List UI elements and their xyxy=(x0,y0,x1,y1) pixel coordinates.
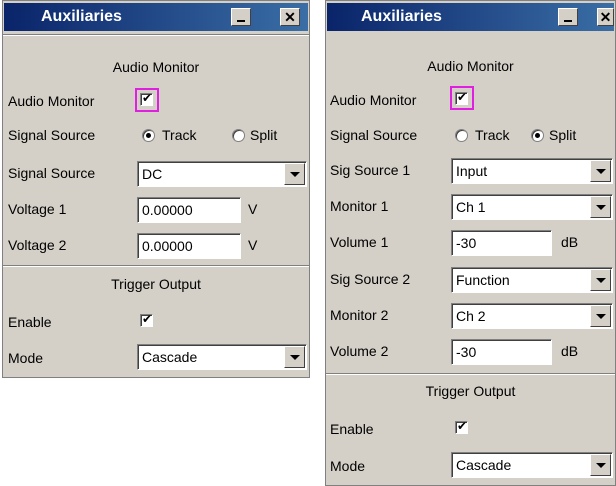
chevron-down-icon[interactable] xyxy=(590,454,611,476)
divider xyxy=(326,373,615,375)
voltage1-label: Voltage 1 xyxy=(8,201,67,217)
panel-title: Auxiliaries xyxy=(361,8,442,25)
mode-value: Cascade xyxy=(456,457,512,473)
close-button[interactable]: ✕ xyxy=(280,8,300,26)
monitor2-value: Ch 2 xyxy=(456,308,486,324)
audio-monitor-checkbox[interactable] xyxy=(455,90,468,105)
radio-track[interactable] xyxy=(142,129,155,142)
minimize-button[interactable] xyxy=(231,8,251,26)
radio-track[interactable] xyxy=(455,129,468,142)
enable-checkbox[interactable] xyxy=(455,419,468,434)
radio-track-label: Track xyxy=(475,127,510,143)
chevron-down-icon[interactable] xyxy=(284,163,305,185)
audio-monitor-header: Audio Monitor xyxy=(112,59,200,75)
signal-source-dropdown[interactable]: DC xyxy=(137,161,307,187)
chevron-down-icon[interactable] xyxy=(590,305,611,327)
monitor1-dropdown[interactable]: Ch 1 xyxy=(451,194,613,220)
trigger-output-header: Trigger Output xyxy=(425,383,516,399)
mode-dropdown[interactable]: Cascade xyxy=(451,452,613,478)
sig-source1-value: Input xyxy=(456,163,488,179)
volume2-input[interactable]: -30 xyxy=(451,339,552,365)
divider xyxy=(212,375,267,377)
volume1-label: Volume 1 xyxy=(330,234,389,250)
chevron-down-icon[interactable] xyxy=(590,269,611,291)
auxiliaries-panel-right: Auxiliaries ✕ Audio Monitor Audio Monito… xyxy=(325,0,616,486)
voltage2-input[interactable]: 0.00000 xyxy=(137,233,241,259)
sig-source1-dropdown[interactable]: Input xyxy=(451,158,613,184)
chevron-down-icon[interactable] xyxy=(284,346,305,368)
voltage2-unit: V xyxy=(248,237,258,253)
volume2-unit: dB xyxy=(561,343,579,359)
signal-source-label-2: Signal Source xyxy=(8,165,96,181)
title-bar[interactable]: Auxiliaries ✕ xyxy=(327,3,614,31)
sig-source2-dropdown[interactable]: Function xyxy=(451,267,613,293)
mode-value: Cascade xyxy=(142,349,198,365)
radio-split-label: Split xyxy=(250,127,278,143)
auxiliaries-panel-left: Auxiliaries ✕ Audio Monitor Audio Monito… xyxy=(2,0,310,378)
enable-checkbox[interactable] xyxy=(140,312,153,327)
volume2-label: Volume 2 xyxy=(330,343,389,359)
mode-label: Mode xyxy=(8,350,44,366)
signal-source-value: DC xyxy=(142,166,163,182)
voltage1-input[interactable]: 0.00000 xyxy=(137,197,241,223)
voltage1-unit: V xyxy=(248,201,258,217)
volume1-unit: dB xyxy=(561,234,579,250)
signal-source-label: Signal Source xyxy=(8,127,96,143)
enable-label: Enable xyxy=(330,421,374,437)
chevron-down-icon[interactable] xyxy=(590,160,611,182)
volume1-input[interactable]: -30 xyxy=(451,230,552,256)
divider xyxy=(3,34,309,36)
audio-monitor-label: Audio Monitor xyxy=(8,93,95,109)
monitor1-label: Monitor 1 xyxy=(330,198,389,214)
audio-monitor-label: Audio Monitor xyxy=(330,92,417,108)
radio-split-label: Split xyxy=(549,127,577,143)
sig-source2-label: Sig Source 2 xyxy=(330,271,411,287)
radio-split[interactable] xyxy=(531,129,544,142)
radio-track-label: Track xyxy=(162,127,197,143)
sig-source1-label: Sig Source 1 xyxy=(330,162,411,178)
divider xyxy=(3,265,309,267)
monitor2-dropdown[interactable]: Ch 2 xyxy=(451,303,613,329)
monitor1-value: Ch 1 xyxy=(456,199,486,215)
enable-label: Enable xyxy=(8,314,52,330)
sig-source2-value: Function xyxy=(456,272,510,288)
mode-dropdown[interactable]: Cascade xyxy=(137,344,307,370)
signal-source-label: Signal Source xyxy=(330,127,418,143)
close-button[interactable]: ✕ xyxy=(597,8,614,26)
trigger-output-header: Trigger Output xyxy=(111,276,201,292)
mode-label: Mode xyxy=(330,458,366,474)
title-bar[interactable]: Auxiliaries ✕ xyxy=(4,3,308,31)
monitor2-label: Monitor 2 xyxy=(330,307,389,323)
voltage2-label: Voltage 2 xyxy=(8,237,67,253)
panel-title: Auxiliaries xyxy=(41,8,122,25)
audio-monitor-header: Audio Monitor xyxy=(427,58,514,74)
chevron-down-icon[interactable] xyxy=(590,196,611,218)
minimize-button[interactable] xyxy=(558,8,578,26)
radio-split[interactable] xyxy=(232,129,245,142)
audio-monitor-checkbox[interactable] xyxy=(140,91,153,106)
